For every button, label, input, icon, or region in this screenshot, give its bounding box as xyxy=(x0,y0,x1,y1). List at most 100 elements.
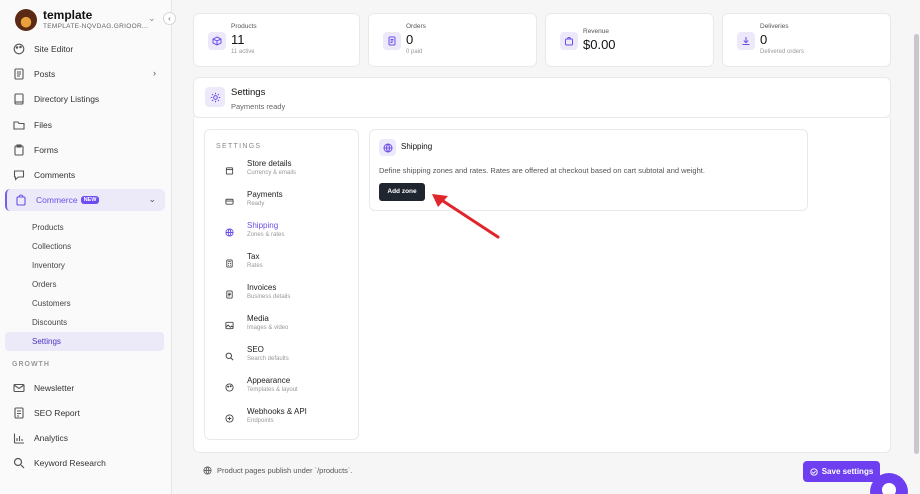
settings-nav-label: Invoices xyxy=(247,283,277,292)
stat-card-revenue: Revenue $0.00 xyxy=(545,13,714,67)
settings-nav-sub: Ready xyxy=(247,201,265,207)
chevron-down-icon: ⌄ xyxy=(148,194,156,204)
sub-item-collections[interactable]: Collections xyxy=(32,242,71,251)
image-icon xyxy=(225,319,235,330)
palette-icon xyxy=(225,381,235,392)
settings-nav-heading: SETTINGS xyxy=(216,143,262,150)
chevron-right-icon: › xyxy=(153,68,156,78)
sub-item-inventory[interactable]: Inventory xyxy=(32,261,65,270)
settings-nav-webhooks-api[interactable]: Webhooks & API Endpoints xyxy=(215,407,351,431)
footer-note-text: Product pages publish under `/products`. xyxy=(217,466,353,475)
sidebar-item-label: Newsletter xyxy=(34,383,75,393)
sidebar-item-label: SEO Report xyxy=(34,408,80,418)
settings-nav-label: Media xyxy=(247,314,269,323)
stat-sub: 0 paid xyxy=(406,49,423,55)
settings-nav-media[interactable]: Media Images & video xyxy=(215,314,351,338)
settings-nav: SETTINGS Store details Currency & emails… xyxy=(204,129,359,440)
settings-header: Settings Payments ready xyxy=(193,77,891,118)
page-subtitle: Payments ready xyxy=(231,102,286,111)
sidebar-item-label: Directory Listings xyxy=(34,94,100,104)
sidebar-item-label: Forms xyxy=(34,145,59,155)
sidebar-item-analytics[interactable]: Analytics xyxy=(5,427,165,449)
save-settings-button[interactable]: Save settings xyxy=(803,461,880,482)
workspace-name: template xyxy=(43,8,93,22)
settings-nav-label: Store details xyxy=(247,159,292,168)
workspace-logo xyxy=(15,9,37,31)
sub-item-settings[interactable]: Settings xyxy=(32,337,61,346)
growth-section-heading: GROWTH xyxy=(12,361,50,368)
globe-icon xyxy=(379,139,396,156)
stat-value: 0 xyxy=(406,32,414,47)
search-icon xyxy=(13,457,25,469)
settings-nav-payments[interactable]: Payments Ready xyxy=(215,190,351,214)
mail-icon xyxy=(13,382,25,394)
stat-card-orders: Orders 0 0 paid xyxy=(368,13,537,67)
shipping-title: Shipping xyxy=(401,142,433,151)
add-zone-button[interactable]: Add zone xyxy=(379,183,425,201)
stat-sub: Delivered orders xyxy=(760,49,805,55)
stat-sub: 11 active xyxy=(231,49,255,55)
stat-value: 11 xyxy=(231,32,245,47)
stat-label: Deliveries xyxy=(760,23,789,30)
settings-nav-label: Shipping xyxy=(247,221,279,230)
stat-value: 0 xyxy=(760,32,768,47)
collapse-sidebar-button[interactable]: ‹ xyxy=(163,12,176,25)
settings-nav-shipping[interactable]: Shipping Zones & rates xyxy=(215,221,351,245)
settings-nav-tax[interactable]: Tax Rates xyxy=(215,252,351,276)
settings-nav-sub: Business details xyxy=(247,294,291,300)
settings-nav-sub: Images & video xyxy=(247,325,289,331)
sidebar-item-comments[interactable]: Comments xyxy=(5,164,165,186)
sidebar-item-files[interactable]: Files xyxy=(5,114,165,136)
sub-item-products[interactable]: Products xyxy=(32,223,64,232)
settings-nav-sub: Zones & rates xyxy=(247,232,285,238)
sidebar-item-label: Commerce xyxy=(36,195,78,205)
sidebar-item-commerce[interactable]: Commerce NEW ⌄ xyxy=(5,189,165,211)
palette-icon xyxy=(13,43,25,55)
settings-nav-sub: Endpoints xyxy=(247,418,274,424)
settings-nav-invoices[interactable]: Invoices Business details xyxy=(215,283,351,307)
sidebar-item-label: Keyword Research xyxy=(34,458,106,468)
webhook-icon xyxy=(225,412,235,423)
workspace-subtitle: TEMPLATE-NQVDAG.GRIOOR... xyxy=(43,23,149,30)
sub-item-customers[interactable]: Customers xyxy=(32,299,71,308)
stat-label: Revenue xyxy=(583,28,610,35)
search-icon xyxy=(225,350,235,361)
settings-nav-sub: Rates xyxy=(247,263,263,269)
clipboard-icon xyxy=(13,144,25,156)
chevron-updown-icon: ⌄ xyxy=(148,13,156,23)
page-title: Settings xyxy=(231,87,266,98)
globe-icon xyxy=(225,226,235,237)
settings-body: SETTINGS Store details Currency & emails… xyxy=(193,118,891,453)
sub-item-discounts[interactable]: Discounts xyxy=(32,318,67,327)
sidebar-item-seo-report[interactable]: SEO Report xyxy=(5,402,165,424)
stat-label: Products xyxy=(231,23,257,30)
receipt-icon xyxy=(383,32,401,50)
chat-icon xyxy=(13,169,25,181)
download-icon xyxy=(737,32,755,50)
settings-nav-sub: Currency & emails xyxy=(247,170,297,176)
sidebar-item-directory-listings[interactable]: Directory Listings xyxy=(5,88,165,110)
stat-label: Orders xyxy=(406,23,426,30)
sidebar-item-label: Site Editor xyxy=(34,44,74,54)
sub-item-orders[interactable]: Orders xyxy=(32,280,56,289)
invoice-icon xyxy=(225,288,235,299)
store-icon xyxy=(225,164,235,175)
scrollbar[interactable] xyxy=(914,34,919,454)
sidebar-item-label: Analytics xyxy=(34,433,69,443)
settings-nav-seo[interactable]: SEO Search defaults xyxy=(215,345,351,369)
sidebar-item-newsletter[interactable]: Newsletter xyxy=(5,377,165,399)
document-icon xyxy=(13,68,25,80)
sidebar-item-keyword-research[interactable]: Keyword Research xyxy=(5,452,165,474)
sidebar-item-label: Files xyxy=(34,120,52,130)
settings-nav-store-details[interactable]: Store details Currency & emails xyxy=(215,159,351,183)
settings-nav-label: Tax xyxy=(247,252,260,261)
stat-card-deliveries: Deliveries 0 Delivered orders xyxy=(722,13,891,67)
sidebar-item-posts[interactable]: Posts › xyxy=(5,63,165,85)
sidebar-item-forms[interactable]: Forms xyxy=(5,139,165,161)
sub-item-active-highlight xyxy=(5,332,164,351)
book-icon xyxy=(13,93,25,105)
save-settings-label: Save settings xyxy=(821,467,874,476)
sidebar-item-site-editor[interactable]: Site Editor xyxy=(5,38,165,60)
workspace-switcher[interactable]: template TEMPLATE-NQVDAG.GRIOOR... ⌄ xyxy=(12,7,168,33)
settings-nav-appearance[interactable]: Appearance Templates & layout xyxy=(215,376,351,400)
